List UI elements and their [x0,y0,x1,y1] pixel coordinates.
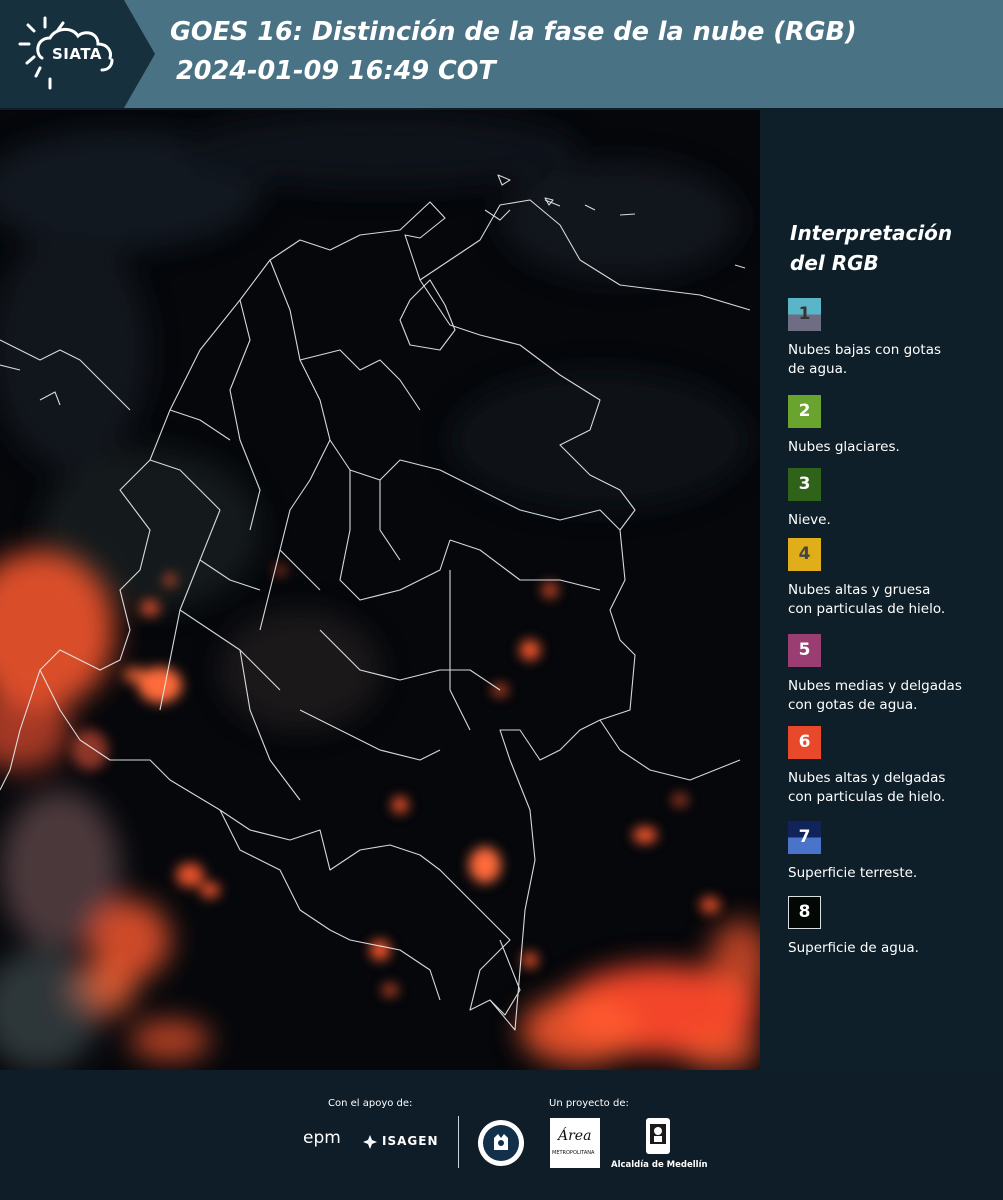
legend-title: Interpretación del RGB [790,218,952,278]
legend-item-2: 2 Nubes glaciares. [788,395,998,457]
legend-label-1-line-1: Nubes bajas con gotas [788,342,942,358]
legend-label-3-line-1: Nieve. [788,512,831,528]
legend-swatch-1: 1 [788,298,821,331]
isagen-logo: ISAGEN [382,1134,439,1148]
university-seal-icon [476,1118,526,1168]
legend-label-6: Nubes altas y delgadas con particulas de… [788,769,998,807]
project-label: Un proyecto de: [549,1098,629,1109]
legend-panel: Interpretación del RGB 1 Nubes bajas con… [760,110,1003,1070]
satellite-map [0,110,760,1070]
legend-item-6: 6 Nubes altas y delgadas con particulas … [788,726,998,807]
legend-swatch-6: 6 [788,726,821,759]
area-logo-text: Área [558,1128,592,1144]
legend-title-line-1: Interpretación [790,221,953,245]
legend-label-6-line-1: Nubes altas y delgadas [788,770,946,786]
legend-swatch-8: 8 [788,896,821,929]
isagen-logo-icon [362,1134,378,1150]
legend-number-4: 4 [798,544,811,564]
area-metropolitana-logo: Área METROPOLITANA [550,1118,600,1168]
legend-item-3: 3 Nieve. [788,468,998,530]
legend-swatch-5: 5 [788,634,821,667]
legend-number-2: 2 [798,401,811,421]
footer-divider [458,1116,459,1168]
legend-swatch-2: 2 [788,395,821,428]
legend-label-5: Nubes medias y delgadas con gotas de agu… [788,677,998,715]
page-title: GOES 16: Distinción de la fase de la nub… [170,17,857,47]
area-logo-subtext: METROPOLITANA [552,1150,595,1156]
legend-number-1: 1 [798,304,811,324]
legend-swatch-3: 3 [788,468,821,501]
legend-number-6: 6 [798,732,811,752]
legend-label-7: Superficie terreste. [788,864,998,883]
legend-label-8: Superficie de agua. [788,939,998,958]
siata-logo-text: SIATA [52,45,103,63]
legend-item-1: 1 Nubes bajas con gotas de agua. [788,298,998,379]
timestamp: 2024-01-09 16:49 COT [176,56,496,86]
legend-number-5: 5 [798,640,811,660]
legend-number-7: 7 [798,827,811,847]
siata-logo: SIATA [0,0,155,108]
legend-label-1: Nubes bajas con gotas de agua. [788,341,998,379]
rgb-satellite-image [0,110,760,1070]
legend-label-5-line-2: con gotas de agua. [788,697,918,713]
legend-label-4-line-1: Nubes altas y gruesa [788,582,931,598]
legend-label-6-line-2: con particulas de hielo. [788,789,946,805]
legend-label-3: Nieve. [788,511,998,530]
epm-logo: epm [303,1128,341,1148]
legend-label-8-line-1: Superficie de agua. [788,940,919,956]
legend-swatch-4: 4 [788,538,821,571]
legend-label-4: Nubes altas y gruesa con particulas de h… [788,581,998,619]
legend-label-7-line-1: Superficie terreste. [788,865,918,881]
legend-number-3: 3 [798,474,811,494]
support-label: Con el apoyo de: [328,1098,413,1109]
legend-title-line-2: del RGB [790,251,879,275]
legend-swatch-7: 7 [788,821,821,854]
header-bar: SIATA GOES 16: Distinción de la fase de … [0,0,1003,108]
footer: Con el apoyo de: Un proyecto de: epm ISA… [0,1070,1003,1200]
medellin-shield-icon [644,1116,672,1156]
legend-number-8: 8 [798,902,811,922]
legend-item-8: 8 Superficie de agua. [788,896,998,958]
alcaldia-label: Alcaldía de Medellín [611,1160,708,1170]
legend-label-2: Nubes glaciares. [788,438,998,457]
legend-label-2-line-1: Nubes glaciares. [788,439,900,455]
legend-item-7: 7 Superficie terreste. [788,821,998,883]
legend-item-4: 4 Nubes altas y gruesa con particulas de… [788,538,998,619]
legend-label-5-line-1: Nubes medias y delgadas [788,678,962,694]
legend-item-5: 5 Nubes medias y delgadas con gotas de a… [788,634,998,715]
legend-label-4-line-2: con particulas de hielo. [788,601,946,617]
legend-label-1-line-2: de agua. [788,361,848,377]
